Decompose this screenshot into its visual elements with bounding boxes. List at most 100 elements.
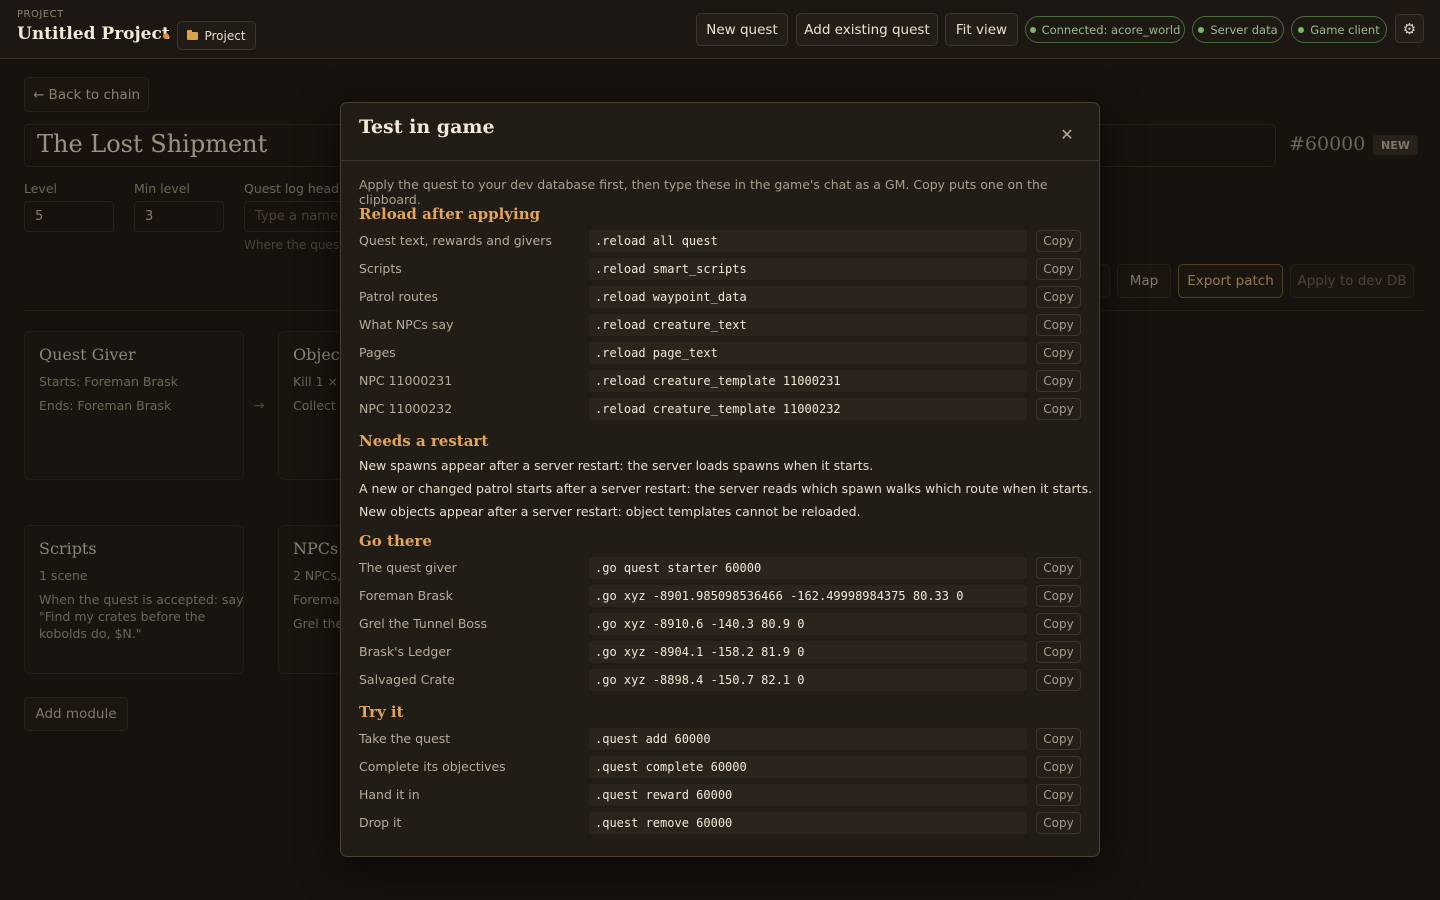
card-title: Scripts — [39, 539, 97, 558]
min-level-input[interactable]: 3 — [134, 201, 224, 232]
goto-row-label: The quest giver — [359, 560, 457, 575]
min-level-label: Min level — [134, 181, 190, 196]
goto-command[interactable]: .go xyz -8898.4 -150.7 82.1 0 — [589, 669, 1027, 691]
goto-command[interactable]: .go quest starter 60000 — [589, 557, 1027, 579]
copy-button[interactable]: Copy — [1036, 370, 1081, 392]
reload-command[interactable]: .reload page_text — [589, 342, 1027, 364]
modal-intro: Apply the quest to your dev database fir… — [359, 177, 1048, 207]
card-line: "Find my crates before the — [39, 609, 206, 624]
goto-command[interactable]: .go xyz -8904.1 -158.2 81.9 0 — [589, 641, 1027, 663]
reload-row-label: Scripts — [359, 261, 402, 276]
project-button[interactable]: Project — [177, 21, 256, 50]
card-title: Quest Giver — [39, 345, 136, 364]
copy-button[interactable]: Copy — [1036, 398, 1081, 420]
project-name: Untitled Project — [17, 24, 170, 44]
back-to-chain-button[interactable]: ← Back to chain — [24, 77, 149, 112]
quest-log-hint: Where the quest — [244, 238, 344, 252]
card-line: 1 scene — [39, 568, 88, 583]
card-line: Ends: Foreman Brask — [39, 398, 172, 413]
section-title-reload: Reload after applying — [359, 205, 541, 223]
test-in-game-modal: Test in game ✕ Apply the quest to your d… — [340, 102, 1100, 857]
copy-button[interactable]: Copy — [1036, 286, 1081, 308]
copy-button[interactable]: Copy — [1036, 585, 1081, 607]
try-row-label: Take the quest — [359, 731, 451, 746]
status-dot-icon — [1298, 26, 1305, 33]
copy-button[interactable]: Copy — [1036, 812, 1081, 834]
try-row-label: Drop it — [359, 815, 402, 830]
quest-title-value: The Lost Shipment — [37, 130, 268, 158]
copy-button[interactable]: Copy — [1036, 669, 1081, 691]
card-line: Starts: Foreman Brask — [39, 374, 179, 389]
arrow-right-icon: → — [253, 398, 265, 414]
try-row-label: Complete its objectives — [359, 759, 506, 774]
reload-command[interactable]: .reload waypoint_data — [589, 286, 1027, 308]
reload-command[interactable]: .reload all quest — [589, 230, 1027, 252]
unsaved-dot — [163, 33, 169, 39]
section-title-restart: Needs a restart — [359, 432, 489, 450]
section-title-go-there: Go there — [359, 532, 432, 550]
reload-row-label: NPC 11000232 — [359, 401, 453, 416]
try-command[interactable]: .quest complete 60000 — [589, 756, 1027, 778]
copy-button[interactable]: Copy — [1036, 342, 1081, 364]
copy-button[interactable]: Copy — [1036, 557, 1081, 579]
reload-command[interactable]: .reload creature_template 11000232 — [589, 398, 1027, 420]
copy-button[interactable]: Copy — [1036, 613, 1081, 635]
copy-button[interactable]: Copy — [1036, 728, 1081, 750]
status-dot-icon — [1029, 26, 1036, 33]
modal-header: Test in game ✕ — [341, 103, 1099, 161]
export-patch-button[interactable]: Export patch — [1178, 264, 1283, 298]
card-line: kobolds do, $N." — [39, 626, 142, 641]
copy-button[interactable]: Copy — [1036, 641, 1081, 663]
restart-note: A new or changed patrol starts after a s… — [359, 481, 1093, 496]
fit-view-button[interactable]: Fit view — [945, 13, 1018, 46]
add-existing-quest-button[interactable]: Add existing quest — [796, 13, 938, 46]
reload-command[interactable]: .reload creature_template 11000231 — [589, 370, 1027, 392]
status-pill-label: Server data — [1210, 22, 1278, 37]
try-row-label: Hand it in — [359, 787, 420, 802]
project-kicker: PROJECT — [17, 9, 64, 20]
add-module-button[interactable]: Add module — [24, 697, 128, 731]
status-pill-label: Game client — [1310, 22, 1380, 37]
quest-log-input[interactable]: Type a name — [244, 201, 344, 232]
close-button[interactable]: ✕ — [1057, 124, 1077, 144]
card-line: 2 NPCs, — [293, 568, 342, 583]
quest-id: #60000 — [1289, 133, 1366, 155]
goto-row-label: Brask's Ledger — [359, 644, 452, 659]
try-command[interactable]: .quest remove 60000 — [589, 812, 1027, 834]
copy-button[interactable]: Copy — [1036, 230, 1081, 252]
status-pill-label: Connected: acore_world — [1041, 22, 1181, 37]
reload-row-label: What NPCs say — [359, 317, 454, 332]
restart-note: New objects appear after a server restar… — [359, 504, 861, 519]
level-input[interactable]: 5 — [24, 201, 114, 232]
status-pill-game-client[interactable]: Game client — [1291, 16, 1387, 43]
goto-row-label: Salvaged Crate — [359, 672, 455, 687]
copy-button[interactable]: Copy — [1036, 314, 1081, 336]
reload-command[interactable]: .reload creature_text — [589, 314, 1027, 336]
section-title-try-it: Try it — [359, 703, 404, 721]
goto-row-label: Grel the Tunnel Boss — [359, 616, 488, 631]
copy-button[interactable]: Copy — [1036, 258, 1081, 280]
goto-row-label: Foreman Brask — [359, 588, 453, 603]
map-button[interactable]: Map — [1117, 264, 1171, 298]
try-command[interactable]: .quest add 60000 — [589, 728, 1027, 750]
gear-icon: ⚙ — [1402, 19, 1417, 38]
try-command[interactable]: .quest reward 60000 — [589, 784, 1027, 806]
new-quest-button[interactable]: New quest — [696, 13, 788, 46]
copy-button[interactable]: Copy — [1036, 784, 1081, 806]
reload-row-label: Quest text, rewards and givers — [359, 233, 552, 248]
close-icon: ✕ — [1060, 124, 1074, 144]
goto-command[interactable]: .go xyz -8901.985098536466 -162.49998984… — [589, 585, 1027, 607]
status-pill-server-data[interactable]: Server data — [1192, 16, 1284, 43]
card-line: When the quest is accepted: say — [39, 592, 244, 607]
status-pill-connection[interactable]: Connected: acore_world — [1025, 16, 1185, 43]
settings-button[interactable]: ⚙ — [1395, 14, 1424, 43]
reload-row-label: NPC 11000231 — [359, 373, 453, 388]
reload-command[interactable]: .reload smart_scripts — [589, 258, 1027, 280]
folder-icon — [187, 29, 199, 40]
card-line: Grel the — [293, 616, 344, 631]
apply-dev-db-button[interactable]: Apply to dev DB — [1290, 264, 1414, 298]
reload-row-label: Patrol routes — [359, 289, 439, 304]
copy-button[interactable]: Copy — [1036, 756, 1081, 778]
status-dot-icon — [1198, 26, 1205, 33]
goto-command[interactable]: .go xyz -8910.6 -140.3 80.9 0 — [589, 613, 1027, 635]
